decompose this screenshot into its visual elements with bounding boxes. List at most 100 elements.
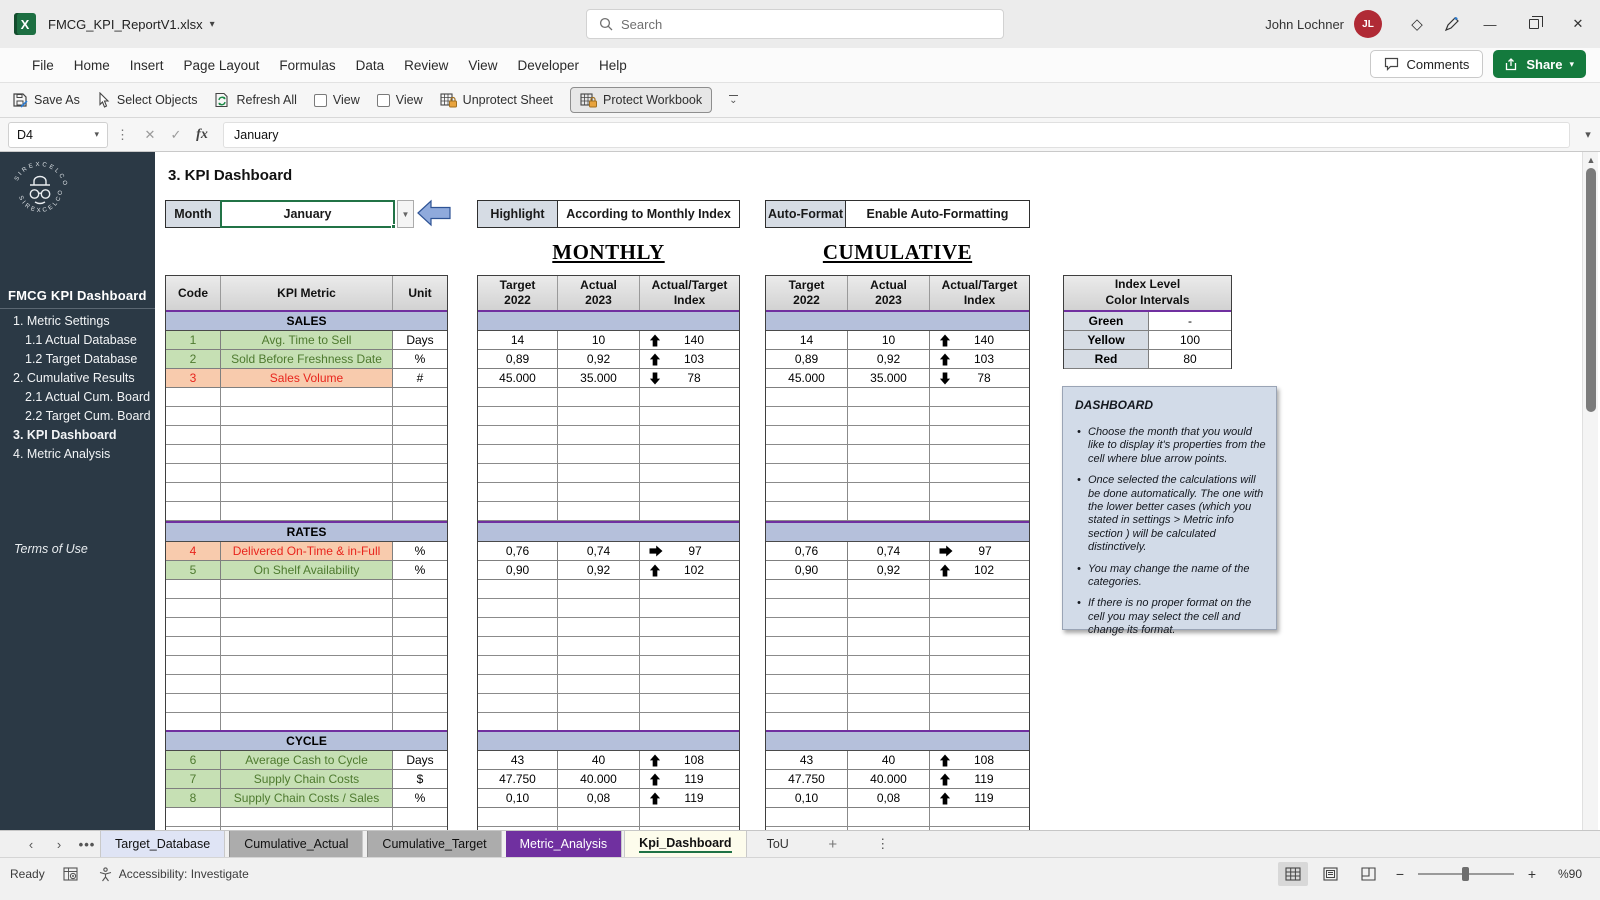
cell-index[interactable]: 108 [640,751,739,769]
sidebar-item-kpi-dashboard[interactable]: 3. KPI Dashboard [0,426,155,445]
highlight-value-cell[interactable]: According to Monthly Index [558,201,739,227]
cell-index[interactable]: 97 [930,542,1029,560]
menu-help[interactable]: Help [589,48,637,82]
empty-rows[interactable] [166,388,447,521]
menu-review[interactable]: Review [394,48,458,82]
menu-page-layout[interactable]: Page Layout [174,48,270,82]
cell-code[interactable]: 3 [166,369,221,387]
empty-rows[interactable] [166,808,447,830]
empty-rows[interactable] [766,580,1029,730]
excel-app-icon[interactable]: X [14,13,36,35]
view-checkbox-2[interactable]: View [377,93,423,107]
cell-target[interactable]: 47.750 [478,770,558,788]
terms-of-use-link[interactable]: Terms of Use [14,542,88,556]
restore-button[interactable] [1512,0,1556,48]
insert-function-button[interactable]: fx [189,122,215,148]
cell-actual[interactable]: 0,92 [848,350,930,368]
cell-code[interactable]: 8 [166,789,221,807]
cell-actual[interactable]: 10 [848,331,930,349]
cell-index[interactable]: 140 [640,331,739,349]
normal-view-button[interactable] [1278,862,1308,886]
cell-unit[interactable]: Days [393,751,447,769]
vertical-scrollbar[interactable]: ▲ ▼ [1582,152,1598,857]
unprotect-sheet-button[interactable]: Unprotect Sheet [440,92,553,108]
cell-green-label[interactable]: Green [1064,312,1149,330]
monthly-table-header[interactable]: Target2022 Actual2023 Actual/TargetIndex [478,276,739,312]
section-band-cycle[interactable]: CYCLE [166,730,447,751]
cell-index[interactable]: 103 [930,350,1029,368]
sidebar-item-target-database[interactable]: 1.2 Target Database [0,350,155,369]
empty-rows[interactable] [766,808,1029,830]
minimize-button[interactable]: — [1468,0,1512,48]
section-band-cycle[interactable] [478,730,739,751]
cell-metric[interactable]: Supply Chain Costs [221,770,393,788]
cell-index[interactable]: 78 [930,369,1029,387]
cell-target[interactable]: 43 [478,751,558,769]
menu-developer[interactable]: Developer [507,48,589,82]
pen-sparkle-icon[interactable] [1434,0,1468,48]
empty-rows[interactable] [478,388,739,521]
section-band-rates[interactable]: RATES [166,521,447,542]
cell-index[interactable]: 119 [930,789,1029,807]
cell-code[interactable]: 7 [166,770,221,788]
pointer-arrow-shape[interactable] [417,198,451,228]
cell-red-label[interactable]: Red [1064,350,1149,368]
tab-tou[interactable]: ToU [753,831,803,857]
highlight-label-cell[interactable]: Highlight [478,201,558,227]
empty-rows[interactable] [166,580,447,730]
cell-unit[interactable]: Days [393,331,447,349]
cell-actual[interactable]: 0,08 [848,789,930,807]
autoformat-value-cell[interactable]: Enable Auto-Formatting [846,201,1029,227]
cell-unit[interactable]: % [393,789,447,807]
cell-actual[interactable]: 35.000 [558,369,640,387]
cell-unit[interactable]: $ [393,770,447,788]
cell-target[interactable]: 0,10 [766,789,848,807]
section-band-cycle[interactable] [766,730,1029,751]
fill-handle[interactable] [391,224,396,229]
month-value-cell[interactable]: January [221,201,394,227]
section-band-sales[interactable] [766,312,1029,331]
kpi-metric-table[interactable]: Code KPI Metric Unit SALES 1 Avg. Time t… [165,275,448,830]
sidebar-item-metric-settings[interactable]: 1. Metric Settings [0,312,155,331]
cell-actual[interactable]: 0,74 [558,542,640,560]
cell-index[interactable]: 102 [930,561,1029,579]
menu-home[interactable]: Home [64,48,120,82]
section-band-sales[interactable]: SALES [166,312,447,331]
comments-button[interactable]: Comments [1370,50,1483,78]
menu-file[interactable]: File [22,48,64,82]
monthly-values-table[interactable]: Target2022 Actual2023 Actual/TargetIndex… [477,275,740,830]
cell-index[interactable]: 103 [640,350,739,368]
cell-metric[interactable]: Delivered On-Time & in-Full [221,542,393,560]
tab-cumulative-actual[interactable]: Cumulative_Actual [229,831,363,857]
cell-target[interactable]: 14 [478,331,558,349]
cell-code[interactable]: 6 [166,751,221,769]
cell-index[interactable]: 102 [640,561,739,579]
menu-insert[interactable]: Insert [120,48,174,82]
cell-target[interactable]: 0,90 [766,561,848,579]
accessibility-status[interactable]: Accessibility: Investigate [98,867,249,882]
cell-yellow-value[interactable]: 100 [1149,331,1231,349]
cell-actual[interactable]: 0,08 [558,789,640,807]
zoom-out-button[interactable]: − [1392,866,1408,882]
cell-unit[interactable]: % [393,542,447,560]
section-band-sales[interactable] [478,312,739,331]
new-sheet-button[interactable]: + [803,836,863,853]
sidebar-item-cumulative-results[interactable]: 2. Cumulative Results [0,369,155,388]
macro-record-icon[interactable] [63,867,80,882]
cell-target[interactable]: 0,76 [766,542,848,560]
cell-index[interactable]: 97 [640,542,739,560]
cell-target[interactable]: 0,10 [478,789,558,807]
cell-actual[interactable]: 40.000 [848,770,930,788]
cell-green-value[interactable]: - [1149,312,1231,330]
cell-metric[interactable]: Supply Chain Costs / Sales [221,789,393,807]
cell-metric[interactable]: On Shelf Availability [221,561,393,579]
diamond-icon[interactable]: ◇ [1400,0,1434,48]
document-title[interactable]: FMCG_KPI_ReportV1.xlsx ▾ [48,0,215,48]
cell-code[interactable]: 4 [166,542,221,560]
cell-index[interactable]: 78 [640,369,739,387]
vertical-scroll-thumb[interactable] [1586,168,1596,412]
view-checkbox-1[interactable]: View [314,93,360,107]
formula-input[interactable]: January [223,122,1570,148]
cell-target[interactable]: 45.000 [478,369,558,387]
sidebar-item-actual-cum-board[interactable]: 2.1 Actual Cum. Board [0,388,155,407]
